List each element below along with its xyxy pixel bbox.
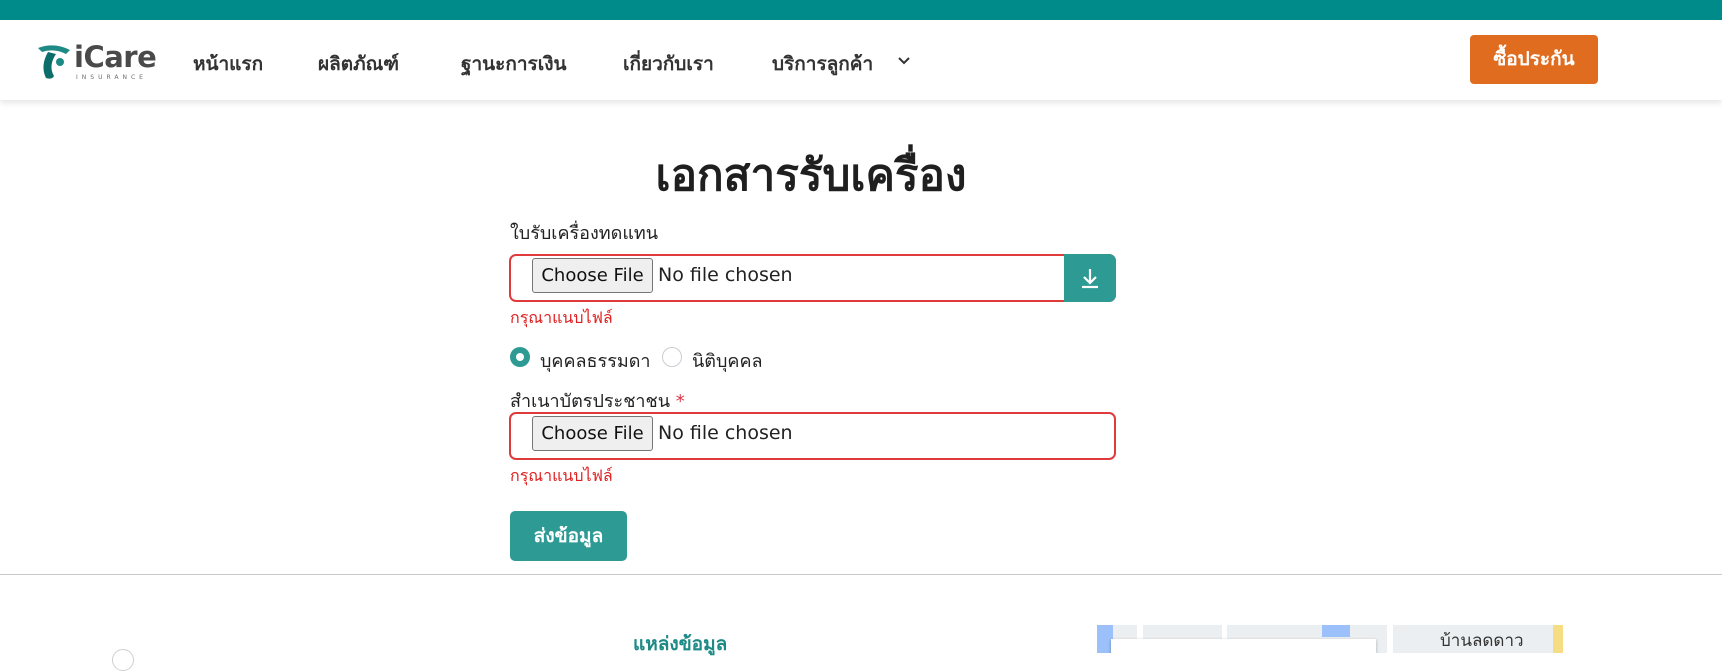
choose-file-button[interactable]: Choose File bbox=[532, 258, 653, 293]
map-road-edge bbox=[1553, 625, 1563, 653]
file-status-text: No file chosen bbox=[658, 422, 793, 444]
radio-juristic-person[interactable] bbox=[662, 347, 682, 367]
replacement-receipt-file-input[interactable]: Choose File No file chosen bbox=[509, 254, 1116, 302]
logo-mark-icon bbox=[38, 45, 70, 79]
map-info-card[interactable] bbox=[1111, 639, 1376, 653]
buy-insurance-button[interactable]: ซื้อประกัน bbox=[1470, 35, 1598, 84]
logo-wordmark: iCare bbox=[74, 40, 157, 74]
nav-item-financial-status[interactable]: ฐานะการเงิน bbox=[461, 49, 566, 79]
map-place-label: บ้านลดดาว bbox=[1440, 631, 1524, 651]
nav-item-home[interactable]: หน้าแรก bbox=[193, 49, 263, 79]
radio-individual-label[interactable]: บุคคลธรรมดา bbox=[540, 346, 651, 375]
nav-item-products[interactable]: ผลิตภัณฑ์ bbox=[318, 49, 399, 79]
submit-button[interactable]: ส่งข้อมูล bbox=[510, 511, 627, 561]
nav-item-customer-service[interactable]: บริการลูกค้า bbox=[772, 49, 873, 79]
footer-logo-fragment bbox=[112, 649, 134, 671]
page-title: เอกสารรับเครื่อง bbox=[655, 150, 967, 201]
download-icon bbox=[1082, 269, 1098, 289]
map-street bbox=[1387, 625, 1393, 653]
location-map[interactable]: บ้านลดดาว bbox=[1097, 625, 1563, 653]
map-water-area bbox=[1322, 625, 1350, 637]
chevron-down-icon[interactable] bbox=[896, 53, 912, 69]
id-card-copy-label-text: สำเนาบัตรประชาชน bbox=[510, 391, 671, 412]
id-card-copy-label: สำเนาบัตรประชาชน * bbox=[510, 386, 685, 415]
id-card-copy-file-input[interactable]: Choose File No file chosen bbox=[509, 412, 1116, 460]
id-card-copy-error: กรุณาแนบไฟล์ bbox=[510, 466, 613, 485]
replacement-receipt-label: ใบรับเครื่องทดแทน bbox=[510, 223, 659, 244]
section-divider bbox=[0, 574, 1722, 575]
download-template-button[interactable] bbox=[1064, 254, 1116, 302]
nav-item-about-us[interactable]: เกี่ยวกับเรา bbox=[623, 49, 714, 79]
footer-section-heading: แหล่งข้อมูล bbox=[633, 633, 728, 655]
brand-logo[interactable]: iCare INSURANCE bbox=[36, 40, 157, 82]
required-asterisk: * bbox=[675, 391, 685, 412]
main-navbar: iCare INSURANCE หน้าแรก ผลิตภัณฑ์ ฐานะกา… bbox=[0, 20, 1722, 100]
logo-subtitle: INSURANCE bbox=[76, 74, 147, 81]
radio-juristic-person-label[interactable]: นิติบุคคล bbox=[692, 346, 763, 375]
replacement-receipt-error: กรุณาแนบไฟล์ bbox=[510, 308, 613, 327]
radio-individual[interactable] bbox=[510, 347, 530, 367]
top-accent-bar bbox=[0, 0, 1722, 20]
choose-file-button[interactable]: Choose File bbox=[532, 416, 653, 451]
file-status-text: No file chosen bbox=[658, 264, 793, 286]
